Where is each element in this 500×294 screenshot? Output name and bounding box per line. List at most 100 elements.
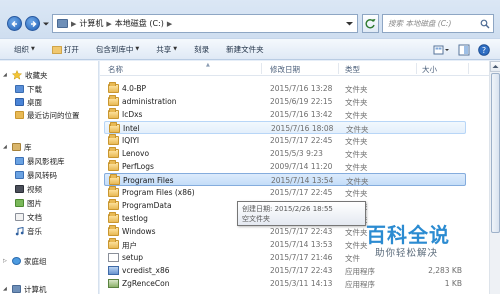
nav-videos[interactable]: 视频 [15, 183, 42, 195]
file-date: 2015/7/14 13:54 [271, 176, 334, 185]
open-button[interactable]: 打开 [51, 44, 79, 55]
share-button[interactable]: 共享 ▼ [156, 44, 177, 55]
file-row[interactable]: Intel 2015/7/16 18:08 文件夹 [104, 121, 466, 134]
forward-button[interactable] [25, 16, 40, 31]
new-folder-button[interactable]: 新建文件夹 [226, 44, 264, 55]
column-divider[interactable] [468, 63, 469, 74]
nav-lib-storm-convert[interactable]: 暴风转码 [15, 169, 57, 181]
organize-label: 组织 [14, 44, 29, 54]
organize-button[interactable]: 组织 ▼ [14, 44, 35, 55]
recent-pages-chevron-icon[interactable] [43, 21, 49, 27]
collapse-triangle-icon[interactable]: ◢ [3, 144, 9, 150]
nav-downloads[interactable]: 下载 [15, 83, 42, 95]
file-row[interactable]: IcDxs 2015/7/16 13:42 文件夹 [104, 108, 466, 121]
vertical-scrollbar[interactable] [489, 61, 500, 294]
refresh-button[interactable] [362, 14, 379, 33]
folder-icon [108, 147, 119, 158]
nav-homegroup-label: 家庭组 [24, 256, 47, 266]
column-header-type[interactable]: 类型 [345, 64, 360, 75]
column-divider[interactable] [261, 63, 262, 74]
nav-lib-video-storm-label: 暴风影视库 [27, 156, 65, 166]
scroll-up-button[interactable] [490, 61, 500, 72]
breadcrumb-chevron-icon[interactable]: ▶ [106, 20, 111, 28]
breadcrumb-drive-c[interactable]: 本地磁盘 (C:) [115, 18, 164, 29]
file-date: 2015/7/16 13:42 [270, 110, 333, 119]
file-icon [108, 253, 119, 262]
file-row[interactable]: Program Files (x86) 2015/7/17 22:45 文件夹 [104, 186, 466, 199]
file-type: 文件夹 [345, 189, 368, 198]
file-row[interactable]: vcredist_x86 2015/7/17 22:43 应用程序 2,283 KB [104, 264, 466, 277]
nav-favorites-label: 收藏夹 [25, 70, 48, 80]
address-field[interactable]: ▶ 计算机 ▶ 本地磁盘 (C:) ▶ [52, 14, 358, 33]
column-divider[interactable] [338, 63, 339, 74]
svg-text:?: ? [482, 46, 486, 55]
nav-libraries[interactable]: ◢ 库 [3, 141, 32, 153]
forward-arrow-icon [31, 20, 37, 28]
search-icon[interactable] [480, 19, 490, 29]
folder-open-icon [51, 45, 62, 54]
help-icon[interactable]: ? [478, 44, 490, 56]
collapse-triangle-icon[interactable]: ◢ [3, 286, 9, 292]
column-divider[interactable] [416, 63, 417, 74]
watermark-subtitle: 助你轻松解决 [375, 248, 439, 259]
breadcrumb-chevron-icon[interactable]: ▶ [167, 20, 172, 28]
folder-icon [108, 82, 119, 93]
file-type: 文件夹 [345, 150, 368, 159]
nav-homegroup[interactable]: ▷ 家庭组 [3, 255, 47, 267]
file-row[interactable]: Program Files 2015/7/14 13:54 文件夹 [104, 173, 466, 186]
file-row[interactable]: IQIYI 2015/7/17 22:45 文件夹 [104, 134, 466, 147]
back-arrow-icon [11, 20, 17, 28]
nav-favorites[interactable]: ◢ 收藏夹 [3, 69, 48, 81]
include-library-chevron-icon: ▼ [135, 46, 140, 52]
file-row[interactable]: PerfLogs 2009/7/14 11:20 文件夹 [104, 160, 466, 173]
search-input[interactable]: 搜索 本地磁盘 (C:) [382, 14, 494, 33]
breadcrumb-chevron-icon[interactable]: ▶ [71, 20, 76, 28]
back-button[interactable] [7, 16, 22, 31]
command-bar: 组织 ▼ 打开 包含到库中 ▼ 共享 ▼ 刻录 新建文件夹 ? [0, 38, 500, 60]
file-type: 应用程序 [345, 280, 375, 289]
file-date: 2015/6/19 22:15 [270, 97, 333, 106]
nav-pictures[interactable]: 图片 [15, 197, 42, 209]
collapse-triangle-icon[interactable]: ◢ [3, 72, 9, 78]
application-icon [108, 266, 119, 275]
column-header-name[interactable]: 名称 [108, 64, 123, 75]
folder-icon [109, 122, 120, 133]
file-row[interactable]: 4.0-BP 2015/7/16 13:28 文件夹 [104, 82, 466, 95]
view-options-icon[interactable] [433, 44, 449, 56]
include-library-button[interactable]: 包含到库中 ▼ [96, 44, 139, 55]
column-header-date[interactable]: 修改日期 [270, 64, 300, 75]
nav-documents[interactable]: 文档 [15, 211, 42, 223]
nav-recent-places[interactable]: 最近访问的位置 [15, 109, 80, 121]
tooltip-created-date: 创建日期: 2015/2/26 18:55 [242, 205, 333, 213]
file-size: 2,283 KB [428, 266, 462, 275]
file-name: testlog [122, 214, 148, 223]
preview-pane-icon[interactable] [458, 44, 470, 56]
nav-computer[interactable]: ◢ 计算机 [3, 283, 47, 294]
computer-icon [57, 19, 68, 28]
file-date: 2015/7/17 22:43 [270, 266, 333, 275]
address-history-chevron-icon[interactable] [345, 19, 354, 28]
homegroup-icon [12, 257, 21, 265]
nav-desktop[interactable]: 桌面 [15, 96, 42, 108]
file-date: 2009/7/14 11:20 [270, 162, 333, 171]
scroll-thumb[interactable] [491, 73, 500, 233]
folder-icon [108, 186, 119, 197]
burn-button[interactable]: 刻录 [194, 44, 209, 55]
nav-lib-video-storm[interactable]: 暴风影视库 [15, 155, 65, 167]
watermark: 百科全说 助你轻松解决 [352, 219, 480, 263]
file-date: 2015/7/16 18:08 [271, 124, 334, 133]
breadcrumb-computer[interactable]: 计算机 [79, 18, 103, 29]
file-name: ProgramData [122, 201, 172, 210]
file-name: Program Files (x86) [122, 188, 195, 197]
nav-music[interactable]: 音乐 [15, 225, 42, 237]
file-type: 应用程序 [345, 267, 375, 276]
file-row[interactable]: ZgRenceCon 2015/3/11 14:13 应用程序 1 KB [104, 277, 466, 290]
column-header-size[interactable]: 大小 [422, 64, 437, 75]
expand-triangle-icon[interactable]: ▷ [3, 258, 9, 264]
file-row[interactable]: administration 2015/6/19 22:15 文件夹 [104, 95, 466, 108]
nav-pictures-label: 图片 [27, 198, 42, 208]
file-name: administration [122, 97, 177, 106]
file-row[interactable]: Lenovo 2015/5/3 9:23 文件夹 [104, 147, 466, 160]
file-size: 1 KB [444, 279, 462, 288]
file-date: 2015/7/14 13:53 [270, 240, 333, 249]
